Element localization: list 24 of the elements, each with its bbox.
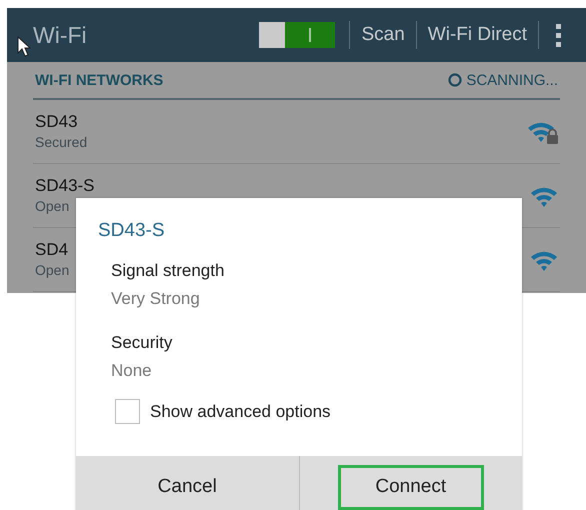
dialog-button[interactable]: Cancel (114, 464, 260, 510)
overflow-menu-icon[interactable] (556, 24, 561, 46)
network-name: SD43-S (35, 176, 95, 195)
field-value: Very Strong (111, 289, 201, 309)
screen-title: Wi-Fi (33, 22, 87, 48)
network-name: SD4 (35, 240, 70, 259)
field-value: None (111, 361, 153, 381)
checkbox[interactable] (115, 399, 140, 424)
network-status: Secured (35, 134, 88, 151)
action-button[interactable]: Wi-Fi Direct (416, 22, 538, 48)
network-row[interactable]: SD43 Secured (33, 100, 560, 164)
network-status: Open (35, 262, 70, 279)
network-status: Open (35, 198, 70, 215)
progress-ring-icon (448, 73, 462, 87)
section-header: WI-FI NETWORKS (35, 72, 164, 88)
network-name: SD43 (35, 112, 79, 131)
wifi-switch[interactable] (259, 22, 336, 48)
field-label: Security (111, 333, 174, 353)
action-button[interactable]: Scan (350, 22, 416, 48)
dialog-button[interactable]: Connect (338, 464, 484, 510)
field-label: Signal strength (111, 261, 226, 281)
mouse-pointer-icon (17, 36, 31, 57)
checkbox-label: Show advanced options (150, 402, 331, 422)
scanning-status: SCANNING... (466, 72, 558, 88)
